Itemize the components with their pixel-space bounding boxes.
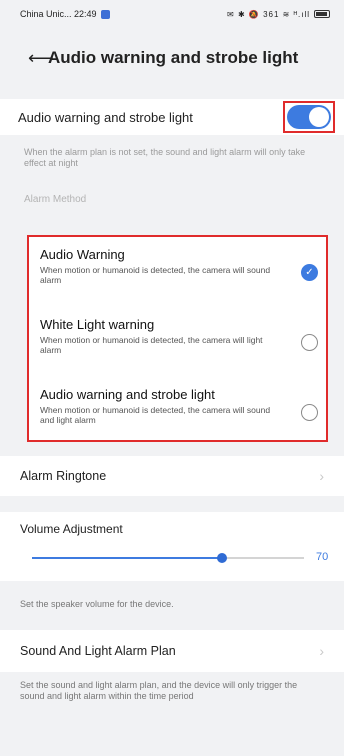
alarm-method-list: Audio Warning When motion or humanoid is… [27, 235, 328, 442]
volume-card: Volume Adjustment 70 [0, 512, 344, 581]
audio-strobe-toggle-row: Audio warning and strobe light [0, 99, 344, 135]
slider-fill [32, 557, 222, 559]
method-audio-warning[interactable]: Audio Warning When motion or humanoid is… [40, 247, 326, 285]
toggle-label: Audio warning and strobe light [18, 109, 193, 125]
toggle-highlight [283, 101, 335, 133]
method-title: Audio Warning [40, 247, 125, 262]
method-desc: When motion or humanoid is detected, the… [40, 265, 271, 286]
method-title: Audio warning and strobe light [40, 387, 215, 402]
toggle-knob [309, 107, 329, 127]
alarm-hint: When the alarm plan is not set, the soun… [24, 147, 306, 169]
chevron-right-icon: › [319, 643, 324, 659]
app-notification-icon [100, 9, 110, 19]
alarm-ringtone-row[interactable]: Alarm Ringtone › [0, 456, 344, 496]
battery-icon [314, 10, 330, 18]
chevron-right-icon: › [319, 468, 324, 484]
alarm-ringtone-label: Alarm Ringtone [20, 469, 107, 483]
status-icons: ✉ ✱ 🔕 361 ≋ ᴴ.ıll [227, 10, 330, 19]
method-white-light[interactable]: White Light warning When motion or human… [40, 317, 326, 355]
method-desc: When motion or humanoid is detected, the… [40, 335, 263, 356]
volume-label: Volume Adjustment [20, 522, 123, 536]
slider-handle[interactable] [217, 553, 227, 563]
checkmark-icon[interactable]: ✓ [301, 264, 318, 281]
status-bar: China Unic... 22:49 ✉ ✱ 🔕 361 ≋ ᴴ.ıll [0, 0, 344, 28]
status-icons-text: ✉ ✱ 🔕 361 ≋ ᴴ.ıll [227, 9, 310, 19]
status-left: China Unic... 22:49 [20, 9, 110, 19]
method-title: White Light warning [40, 317, 155, 332]
back-arrow-icon[interactable]: ⟵ [28, 49, 54, 67]
volume-value: 70 [316, 551, 329, 563]
alarm-method-label: Alarm Method [24, 193, 87, 205]
method-audio-strobe[interactable]: Audio warning and strobe light When moti… [40, 387, 326, 425]
header: ⟵ Audio warning and strobe light [0, 28, 344, 88]
radio-icon[interactable] [301, 334, 318, 351]
audio-strobe-toggle[interactable] [287, 105, 331, 129]
volume-hint: Set the speaker volume for the device. [20, 599, 174, 609]
radio-icon[interactable] [301, 404, 318, 421]
page-title: Audio warning and strobe light [48, 48, 299, 67]
alarm-plan-label: Sound And Light Alarm Plan [20, 644, 176, 658]
alarm-plan-hint: Set the sound and light alarm plan, and … [20, 680, 298, 702]
carrier-time: China Unic... 22:49 [20, 9, 97, 19]
volume-slider[interactable] [32, 553, 304, 563]
alarm-plan-row[interactable]: Sound And Light Alarm Plan › [0, 630, 344, 672]
method-desc: When motion or humanoid is detected, the… [40, 405, 271, 426]
